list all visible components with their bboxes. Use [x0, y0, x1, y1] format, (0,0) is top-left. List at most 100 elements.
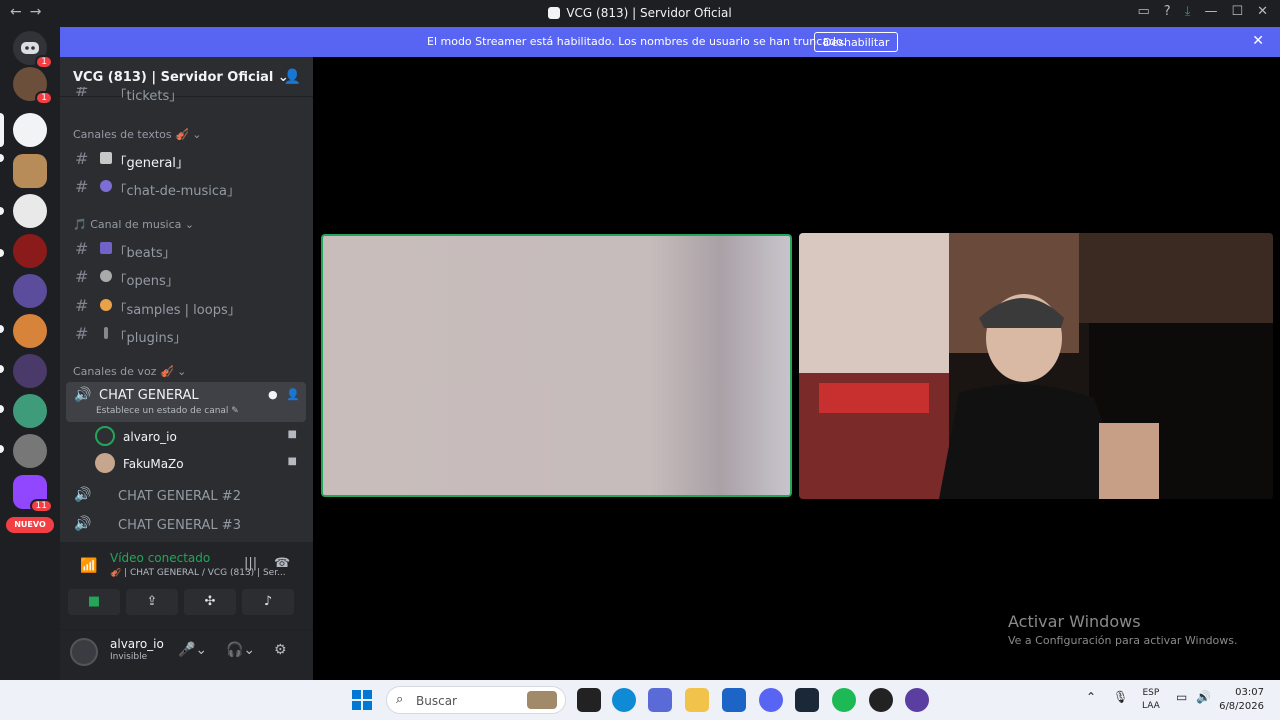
inbox-icon[interactable]: ▭: [1137, 4, 1149, 19]
banner-close-icon[interactable]: ✕: [1252, 33, 1264, 49]
camera-icon: ■: [287, 456, 297, 467]
spotify-icon[interactable]: [832, 688, 856, 712]
edge-icon[interactable]: [612, 688, 636, 712]
hash-icon: #: [75, 177, 89, 196]
unread-pip: [0, 249, 4, 257]
server-icon[interactable]: [13, 154, 47, 188]
category-voice[interactable]: Canales de voz 🎻 ⌄: [73, 365, 186, 378]
minimize-icon[interactable]: —: [1204, 4, 1217, 19]
discord-logo-icon: [21, 42, 39, 54]
app-icon[interactable]: [905, 688, 929, 712]
network-icon[interactable]: ▭: [1176, 690, 1187, 704]
server-icon[interactable]: [13, 354, 47, 388]
dm-avatar[interactable]: 1: [13, 67, 53, 105]
streamer-mode-banner: El modo Streamer está habilitado. Los no…: [60, 27, 1280, 57]
channel-opens[interactable]: # ｢opens｣: [68, 264, 305, 290]
activities-button[interactable]: ✣: [184, 589, 236, 615]
taskbar-clock[interactable]: 03:07 6/8/2026: [1219, 686, 1264, 714]
server-rail: 1 1 11 NUEVO: [0, 27, 60, 680]
taskbar-search[interactable]: ⌕ Buscar: [386, 686, 566, 714]
obs-icon[interactable]: [869, 688, 893, 712]
channel-status-prompt[interactable]: Establece un estado de canal ✎: [96, 406, 239, 416]
search-icon: ⌕: [396, 692, 404, 707]
server-icon[interactable]: [13, 194, 47, 228]
hash-icon: #: [75, 267, 89, 286]
voice-member[interactable]: FakuMaZo ■: [95, 453, 305, 475]
settings-gear-icon[interactable]: ⚙: [274, 642, 287, 658]
video-tile-fakumazo[interactable]: [799, 233, 1273, 499]
server-icon[interactable]: [13, 274, 47, 308]
close-window-icon[interactable]: ✕: [1257, 4, 1268, 19]
microphone-icon: [100, 270, 112, 282]
voice-channel-chat-general-3[interactable]: 🔊 CHAT GENERAL #3: [68, 514, 305, 538]
channel-beats[interactable]: # ｢beats｣: [68, 236, 305, 262]
tray-chevron-icon[interactable]: ⌃: [1086, 690, 1096, 704]
signal-icon: 📶: [80, 558, 98, 574]
banner-text: El modo Streamer está habilitado. Los no…: [427, 35, 847, 48]
cd-icon: [100, 299, 112, 311]
help-icon[interactable]: ?: [1164, 4, 1171, 19]
headphones-icon[interactable]: 🎧⌄: [226, 642, 255, 658]
store-icon[interactable]: [722, 688, 746, 712]
disconnect-icon[interactable]: ☎: [274, 556, 290, 571]
twitch-server-icon[interactable]: 11: [13, 475, 53, 513]
hash-icon: #: [75, 324, 89, 343]
invite-icon[interactable]: 👤: [284, 69, 301, 85]
avatar: [95, 426, 115, 446]
maximize-icon[interactable]: ☐: [1231, 4, 1243, 19]
download-icon[interactable]: ⤓: [1185, 4, 1191, 19]
new-badge[interactable]: NUEVO: [6, 517, 54, 533]
home-button[interactable]: 1: [13, 31, 53, 69]
server-icon[interactable]: [13, 314, 47, 348]
server-icon[interactable]: [13, 234, 47, 268]
voice-member[interactable]: alvaro_io ■: [95, 426, 305, 448]
twitch-badge: 11: [29, 499, 53, 513]
user-status: Invisible: [110, 652, 148, 662]
activate-windows-title: Activar Windows: [1008, 612, 1141, 631]
user-name[interactable]: alvaro_io: [110, 637, 164, 651]
soundboard-button[interactable]: ♪: [242, 589, 294, 615]
chat-bubble-icon[interactable]: ●: [268, 388, 278, 401]
category-text[interactable]: Canales de textos 🎻 ⌄: [73, 128, 202, 141]
server-icon[interactable]: [13, 394, 47, 428]
server-icon[interactable]: [13, 434, 47, 468]
activate-windows-subtitle: Ve a Configuración para activar Windows.: [1008, 634, 1238, 647]
epic-games-icon[interactable]: [577, 688, 601, 712]
add-member-icon[interactable]: 👤: [286, 388, 300, 401]
copilot-icon[interactable]: [648, 688, 672, 712]
language-indicator[interactable]: ESP LAA: [1142, 687, 1160, 713]
discord-taskbar-icon[interactable]: [759, 688, 783, 712]
unread-pip: [0, 365, 4, 373]
voice-connection-subtitle[interactable]: 🎻 | CHAT GENERAL / VCG (813) | Ser...: [110, 568, 290, 578]
hash-icon: #: [75, 87, 89, 100]
screen-share-button[interactable]: ⇪: [126, 589, 178, 615]
channel-chat-de-musica[interactable]: # ｢chat-de-musica｣: [68, 174, 305, 200]
noise-suppression-icon[interactable]: |||: [244, 556, 257, 571]
unread-pip: [0, 445, 4, 453]
volume-icon[interactable]: 🔊: [1196, 690, 1211, 704]
category-music[interactable]: 🎵 Canal de musica ⌄: [73, 218, 194, 231]
channel-samples-loops[interactable]: # ｢samples | loops｣: [68, 293, 305, 319]
windows-start-icon[interactable]: [352, 690, 372, 710]
steam-icon[interactable]: [795, 688, 819, 712]
voice-channel-chat-general[interactable]: 🔊 CHAT GENERAL Establece un estado de ca…: [66, 382, 306, 422]
music-notes-icon: [100, 242, 112, 254]
file-explorer-icon[interactable]: [685, 688, 709, 712]
channel-general[interactable]: # ｢general｣: [68, 146, 305, 172]
voice-connection-title[interactable]: Vídeo conectado: [110, 551, 210, 565]
server-icon-vcg[interactable]: [13, 113, 47, 147]
unread-pip: [0, 405, 4, 413]
voice-channel-chat-general-2[interactable]: 🔊 CHAT GENERAL #2: [68, 485, 305, 509]
channel-plugins[interactable]: # ｢plugins｣: [68, 321, 305, 347]
disable-streamer-button[interactable]: Deshabilitar: [814, 32, 899, 52]
unread-pip: [0, 325, 4, 333]
hash-icon: #: [75, 296, 89, 315]
hash-icon: #: [75, 239, 89, 258]
video-tile-alvaro[interactable]: [321, 234, 792, 497]
channel-tickets[interactable]: # ｢tickets｣: [68, 87, 305, 103]
tray-mic-icon[interactable]: 🎙: [1113, 690, 1128, 704]
camera-button[interactable]: ■: [68, 589, 120, 615]
speaker-icon: 🔊: [74, 516, 92, 532]
microphone-icon[interactable]: 🎤⌄: [178, 642, 207, 658]
user-avatar[interactable]: [70, 638, 98, 666]
